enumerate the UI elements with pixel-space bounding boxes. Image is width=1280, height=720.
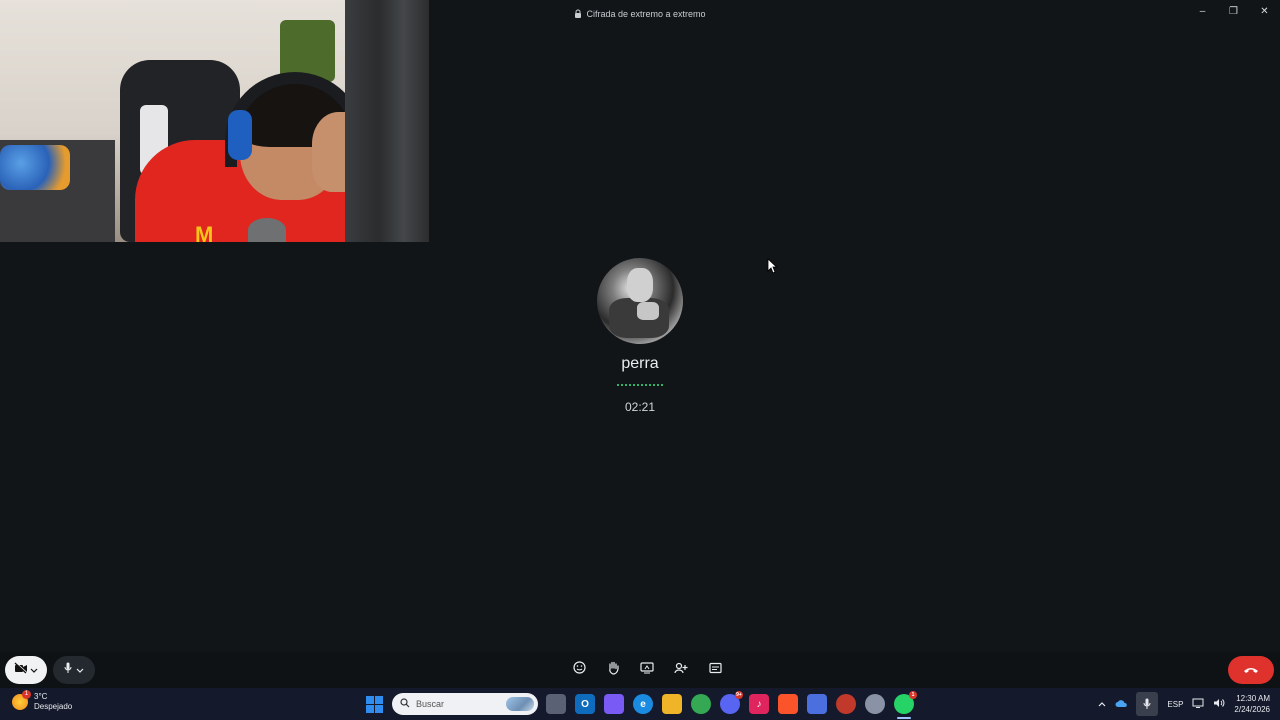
app-badge: 1 bbox=[909, 691, 917, 699]
end-call-button[interactable] bbox=[1228, 656, 1274, 684]
captions-button[interactable] bbox=[704, 660, 726, 680]
self-video-preview[interactable]: M bbox=[0, 0, 429, 242]
call-window: Cifrada de extremo a extremo – ❐ ✕ M per… bbox=[0, 0, 1280, 688]
end-call-icon bbox=[1243, 661, 1259, 679]
camera-off-icon bbox=[14, 661, 28, 679]
raise-hand-icon bbox=[607, 661, 620, 680]
contact-name: perra bbox=[621, 355, 659, 372]
clock-date: 2/24/2026 bbox=[1234, 705, 1270, 714]
system-tray: ESP 12:30 AM 2/24/2026 bbox=[1098, 688, 1270, 720]
emoji-reaction-button[interactable] bbox=[568, 660, 590, 680]
whatsapp-icon[interactable]: 1 bbox=[894, 691, 917, 719]
call-status-indicator bbox=[617, 384, 663, 386]
app-glyph: ♪ bbox=[756, 698, 762, 710]
task-view-icon[interactable] bbox=[546, 694, 566, 714]
app-glyph: e bbox=[640, 698, 646, 710]
volume-icon[interactable] bbox=[1213, 698, 1225, 710]
app-blue-icon[interactable] bbox=[807, 694, 827, 714]
taskbar-apps: Oe 9+ ♪ 1 bbox=[546, 691, 917, 719]
search-highlight-image bbox=[506, 697, 534, 711]
windows-start-icon[interactable] bbox=[366, 696, 383, 713]
encryption-notice: Cifrada de extremo a extremo bbox=[574, 9, 706, 20]
mic-in-use-icon[interactable] bbox=[1136, 692, 1159, 716]
clock-time: 12:30 AM bbox=[1236, 694, 1270, 703]
brave-icon[interactable] bbox=[778, 694, 798, 714]
discord-icon[interactable]: 9+ bbox=[720, 691, 743, 714]
add-participant-icon bbox=[674, 661, 688, 679]
chevron-up-icon[interactable] bbox=[1098, 700, 1106, 709]
maximize-icon[interactable]: ❐ bbox=[1218, 0, 1249, 22]
minimize-icon[interactable]: – bbox=[1187, 0, 1218, 22]
lock-icon bbox=[574, 9, 582, 20]
onedrive-icon[interactable] bbox=[1115, 699, 1128, 710]
taskbar-search-box[interactable]: Buscar bbox=[392, 693, 538, 715]
avatar bbox=[597, 258, 683, 344]
weather-sun-icon: 1 bbox=[12, 690, 31, 710]
network-icon[interactable] bbox=[1192, 698, 1204, 710]
call-timer: 02:21 bbox=[624, 400, 656, 414]
captions-icon bbox=[708, 661, 722, 679]
app-glyph: O bbox=[581, 698, 589, 710]
edge-icon[interactable]: e bbox=[633, 694, 653, 714]
windows-taskbar: 1 3°C Despejado Buscar Oe 9+ ♪ 1 ESP 12:… bbox=[0, 688, 1280, 720]
weather-condition: Despejado bbox=[34, 702, 73, 711]
call-controls-bar bbox=[0, 652, 1280, 688]
active-app-indicator bbox=[897, 717, 911, 719]
add-participant-button[interactable] bbox=[670, 660, 692, 680]
copilot-icon[interactable] bbox=[604, 694, 624, 714]
app-badge: 9+ bbox=[735, 691, 743, 699]
mouse-cursor-icon bbox=[767, 258, 778, 279]
system-clock[interactable]: 12:30 AM 2/24/2026 bbox=[1234, 693, 1270, 715]
search-icon bbox=[400, 698, 410, 710]
outlook-icon[interactable]: O bbox=[575, 694, 595, 714]
screen-share-icon bbox=[640, 661, 654, 679]
language-indicator[interactable]: ESP bbox=[1167, 700, 1183, 709]
weather-alert-badge: 1 bbox=[22, 690, 31, 699]
emoji-reaction-icon bbox=[572, 661, 586, 679]
callee-panel: perra 02:21 bbox=[540, 258, 740, 414]
encryption-label: Cifrada de extremo a extremo bbox=[586, 9, 706, 19]
tiktok-icon[interactable]: ♪ bbox=[749, 694, 769, 714]
weather-temp: 3°C bbox=[34, 692, 48, 701]
weather-widget[interactable]: 1 3°C Despejado bbox=[12, 690, 73, 712]
raise-hand-button[interactable] bbox=[602, 660, 624, 680]
mic-toggle-button[interactable] bbox=[53, 656, 95, 684]
search-placeholder: Buscar bbox=[416, 699, 445, 709]
chrome-icon[interactable] bbox=[691, 694, 711, 714]
file-explorer-icon[interactable] bbox=[662, 694, 682, 714]
chevron-down-icon[interactable] bbox=[30, 661, 38, 679]
close-icon[interactable]: ✕ bbox=[1249, 0, 1280, 22]
app-red-icon[interactable] bbox=[836, 694, 856, 714]
camera-toggle-button[interactable] bbox=[5, 656, 47, 684]
settings-icon[interactable] bbox=[865, 694, 885, 714]
microphone-icon bbox=[64, 661, 72, 679]
chevron-down-icon[interactable] bbox=[76, 661, 84, 679]
screen-share-button[interactable] bbox=[636, 660, 658, 680]
